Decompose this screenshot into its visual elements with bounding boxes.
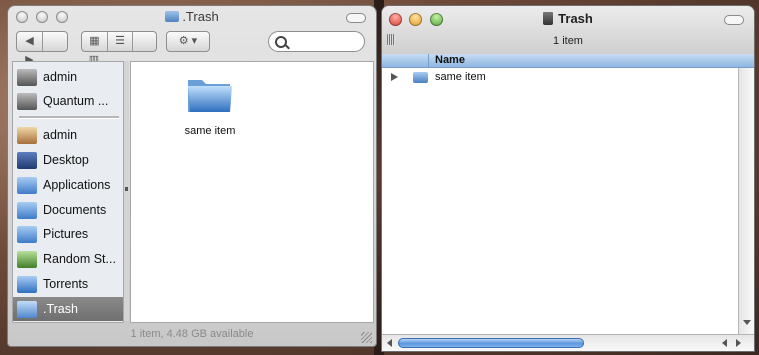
laptop-icon: [17, 92, 37, 110]
finder-window-trash: .Trash ◀▶ ▦ ☰▥ ⚙ ▾ admin Quantum ... admi…: [8, 6, 376, 346]
window-title-text: Trash: [558, 11, 593, 26]
sidebar-item-label: Applications: [43, 178, 111, 192]
view-control: ▦ ☰▥: [81, 31, 157, 66]
back-forward-control: ◀▶: [16, 31, 68, 66]
scroll-down-arrow-icon[interactable]: [743, 320, 751, 325]
sidebar-item-label: Documents: [43, 203, 107, 217]
vertical-scrollbar[interactable]: [738, 68, 754, 335]
title-bar: Trash 1 item: [382, 6, 754, 55]
sidebar-item-trash[interactable]: .Trash: [13, 297, 123, 321]
folder-icon[interactable]: [186, 72, 234, 116]
list-view-button[interactable]: ☰: [108, 32, 133, 51]
horizontal-scroll-thumb[interactable]: [398, 338, 584, 348]
scroll-right-arrow-icon[interactable]: [736, 339, 741, 347]
disclosure-triangle-icon[interactable]: [391, 73, 398, 81]
trash-window: Trash 1 item Name same item: [382, 6, 754, 351]
sidebar-item-applications[interactable]: Applications: [13, 173, 123, 197]
sidebar-item-label: Pictures: [43, 227, 89, 241]
resize-grip-icon[interactable]: [361, 332, 372, 343]
window-title: Trash: [382, 11, 754, 26]
window-title-text: .Trash: [182, 9, 219, 24]
documents-folder-icon: [17, 201, 37, 219]
trash-icon: [543, 12, 554, 25]
sidebar-splitter[interactable]: [124, 61, 129, 321]
trash-folder-icon: [17, 300, 37, 318]
sidebar-item-documents[interactable]: Documents: [13, 198, 123, 222]
column-header-label: Name: [435, 54, 465, 66]
list-item[interactable]: same item: [382, 70, 737, 86]
item-label[interactable]: same item: [165, 125, 255, 137]
sidebar-item-torrents[interactable]: Torrents: [13, 272, 123, 296]
sidebar-item-random-stuff[interactable]: Random St...: [13, 247, 123, 271]
laptop-icon: [17, 68, 37, 86]
horizontal-scrollbar[interactable]: [382, 334, 754, 351]
sidebar-item-label: Torrents: [43, 277, 89, 291]
sidebar-item-label: Quantum ...: [43, 94, 109, 108]
random-folder-icon: [17, 250, 37, 268]
icon-view-button[interactable]: ▦: [82, 32, 108, 51]
back-button[interactable]: ◀: [17, 32, 43, 51]
status-bar: 1 item, 4.48 GB available: [130, 328, 254, 340]
desktop-icon: [17, 151, 37, 169]
pictures-folder-icon: [17, 225, 37, 243]
home-icon: [17, 126, 37, 144]
sidebar-item-label: Random St...: [43, 252, 116, 266]
sidebar-item-quantum[interactable]: Quantum ...: [13, 89, 123, 113]
applications-folder-icon: [17, 176, 37, 194]
sidebar-item-label: admin: [43, 128, 78, 142]
sidebar-item-label: Desktop: [43, 153, 89, 167]
sidebar-item-desktop[interactable]: Desktop: [13, 148, 123, 172]
scroll-left-arrow-icon[interactable]: [722, 339, 727, 347]
gear-icon: ⚙ ▾: [178, 35, 198, 47]
list-item-label: same item: [435, 71, 486, 83]
column-header-name[interactable]: Name: [382, 54, 754, 68]
sidebar-item-pictures[interactable]: Pictures: [13, 222, 123, 246]
torrents-folder-icon: [17, 275, 37, 293]
column-divider: [428, 54, 429, 67]
folder-icon: [413, 72, 428, 83]
item-count: 1 item: [553, 35, 583, 47]
icon-view-area: same item: [130, 61, 374, 323]
sidebar-item-admin-home[interactable]: admin: [13, 123, 123, 147]
search-icon: [275, 36, 287, 48]
toolbar-toggle-button[interactable]: [346, 13, 366, 23]
sidebar-item-label: .Trash: [43, 302, 78, 316]
scroll-left-arrow-icon[interactable]: [387, 339, 392, 347]
sidebar-separator: [19, 116, 119, 119]
splitter-handle-icon: [125, 187, 128, 191]
action-menu-button[interactable]: ⚙ ▾: [166, 31, 210, 52]
sidebar: admin Quantum ... admin Desktop Applicat…: [12, 61, 124, 323]
search-field[interactable]: [268, 31, 365, 52]
sidebar-item-label: admin: [43, 70, 78, 84]
window-title: .Trash: [8, 9, 376, 24]
folder-icon: [165, 11, 180, 22]
sidebar-item-admin-computer[interactable]: admin: [13, 65, 123, 89]
toolbar-toggle-button[interactable]: [724, 15, 744, 25]
